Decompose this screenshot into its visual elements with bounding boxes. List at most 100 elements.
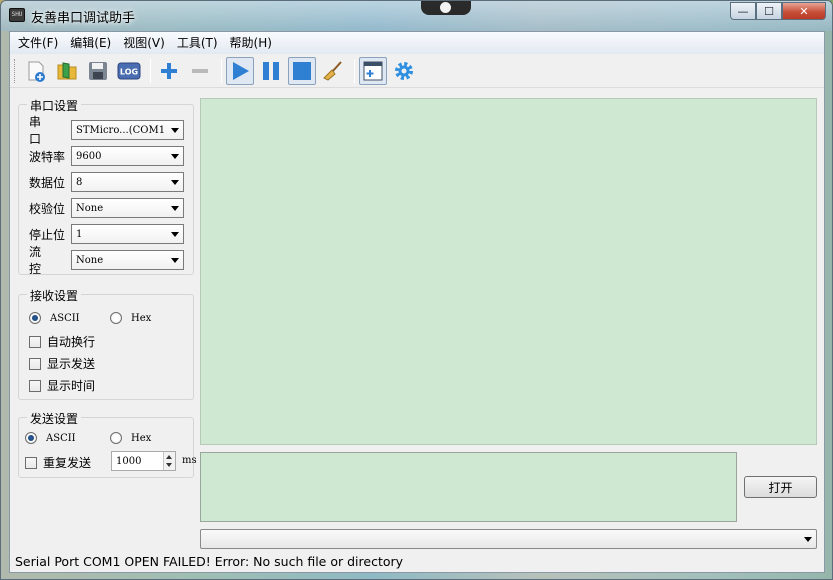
menu-help[interactable]: 帮助(H) [224,32,278,54]
play-icon [233,61,249,80]
close-button[interactable]: ✕ [782,2,826,20]
open-button[interactable] [53,57,81,85]
open-port-button[interactable]: 打开 [744,476,817,498]
baud-label: 波特率 [29,149,66,164]
show-time-label: 显示时间 [47,379,96,393]
add-icon [161,62,177,79]
window-title: 友善串口调试助手 [31,11,136,26]
serial-settings-group: 串口设置 串 口 STMicro...(COM1 波特率 9600 数据位 8 … [18,97,194,276]
databits-row: 数据位 8 [29,171,184,193]
add-window-button[interactable] [359,56,387,85]
parity-select[interactable]: None [71,198,184,218]
repeat-interval-spinbox[interactable]: 1000 [111,451,176,471]
log-label: LOG [120,67,138,76]
show-time-option[interactable]: 显示时间 [29,377,95,394]
log-icon: LOG [117,62,141,79]
receive-ascii-option[interactable]: ASCII [29,312,80,324]
repeat-interval-value: 1000 [116,455,142,467]
save-button[interactable] [84,57,112,85]
send-history-select[interactable] [200,529,817,549]
maximize-button[interactable]: ☐ [756,2,782,20]
show-time-checkbox[interactable] [29,379,41,392]
serial-settings-title: 串口设置 [27,97,82,114]
stopbits-row: 停止位 1 [29,223,184,245]
receive-settings-title: 接收设置 [27,287,82,304]
toolbar: LOG [10,54,824,88]
send-settings-title: 发送设置 [27,410,82,427]
status-text: Serial Port COM1 OPEN FAILED! Error: No … [15,553,404,569]
send-ascii-radio[interactable] [25,432,37,444]
menu-tools[interactable]: 工具(T) [171,32,224,54]
app-window: SHU 友善串口调试助手 — ☐ ✕ 文件(F) 编辑(E) 视图(V) 工具(… [0,0,833,580]
repeat-send-checkbox[interactable] [25,456,37,469]
log-button[interactable]: LOG [115,57,143,85]
open-folder-icon [57,61,77,79]
parity-label: 校验位 [29,201,66,216]
remove-button[interactable] [186,57,214,85]
new-file-icon [28,61,45,82]
pause-button[interactable] [257,57,285,85]
client-area: 文件(F) 编辑(E) 视图(V) 工具(T) 帮助(H) LOG 串口设置 串… [9,31,825,573]
send-hex-option[interactable]: Hex [110,432,151,444]
add-button[interactable] [155,57,183,85]
status-bar: Serial Port COM1 OPEN FAILED! Error: No … [10,550,826,572]
flowcontrol-value: None [76,254,104,266]
broom-clear-icon [323,60,342,81]
run-button[interactable] [226,56,254,85]
title-bar[interactable]: SHU 友善串口调试助手 — ☐ ✕ [1,1,832,31]
stop-button[interactable] [288,56,316,85]
show-send-label: 显示发送 [47,357,96,371]
show-send-checkbox[interactable] [29,357,41,370]
flowcontrol-select[interactable]: None [71,250,184,270]
send-ascii-option[interactable]: ASCII [25,432,76,444]
databits-value: 8 [76,176,83,188]
receive-ascii-radio[interactable] [29,312,41,324]
baud-select[interactable]: 9600 [71,146,184,166]
stopbits-value: 1 [76,228,83,240]
port-row: 串 口 STMicro...(COM1 [29,115,184,146]
chevron-down-icon [171,205,179,211]
send-settings-group: 发送设置 ASCII Hex 重复发送 1000 ms [18,410,197,478]
chevron-down-icon [171,153,179,159]
chevron-down-icon [171,257,179,263]
send-hex-radio[interactable] [110,432,122,444]
settings-button[interactable] [390,57,418,85]
port-select[interactable]: STMicro...(COM1 [71,120,184,140]
show-send-option[interactable]: 显示发送 [29,355,95,372]
receive-hex-option[interactable]: Hex [110,312,151,324]
save-icon [89,61,107,80]
toolbar-separator [221,58,222,83]
toolbar-grip[interactable] [14,58,18,83]
repeat-send-option[interactable]: 重复发送 [25,454,91,471]
toolbar-separator [354,58,355,83]
auto-wrap-checkbox[interactable] [29,335,41,348]
clear-button[interactable] [319,57,347,85]
menu-file[interactable]: 文件(F) [12,32,64,54]
receive-text-area[interactable] [200,98,817,445]
repeat-send-label: 重复发送 [43,456,92,470]
auto-wrap-label: 自动换行 [47,335,96,349]
spin-down-icon[interactable] [166,463,172,467]
auto-wrap-option[interactable]: 自动换行 [29,333,95,350]
spin-buttons[interactable] [163,452,175,470]
chevron-down-icon [171,179,179,185]
new-file-button[interactable] [22,57,50,85]
port-label: 串 口 [29,115,52,146]
menu-view[interactable]: 视图(V) [117,32,171,54]
send-text-area[interactable] [200,452,737,522]
flowcontrol-label: 流 控 [29,245,52,276]
databits-select[interactable]: 8 [71,172,184,192]
window-controls: — ☐ ✕ [730,2,826,20]
app-icon: SHU [9,8,25,22]
spin-up-icon[interactable] [166,455,172,459]
stop-icon [293,61,311,80]
webcam-indicator [421,1,471,15]
receive-hex-radio[interactable] [110,312,122,324]
interval-unit: ms [182,455,197,466]
chevron-down-icon [171,127,179,133]
minimize-button[interactable]: — [730,2,756,20]
parity-row: 校验位 None [29,197,184,219]
flowcontrol-row: 流 控 None [29,245,184,276]
menu-edit[interactable]: 编辑(E) [64,32,117,54]
stopbits-select[interactable]: 1 [71,224,184,244]
